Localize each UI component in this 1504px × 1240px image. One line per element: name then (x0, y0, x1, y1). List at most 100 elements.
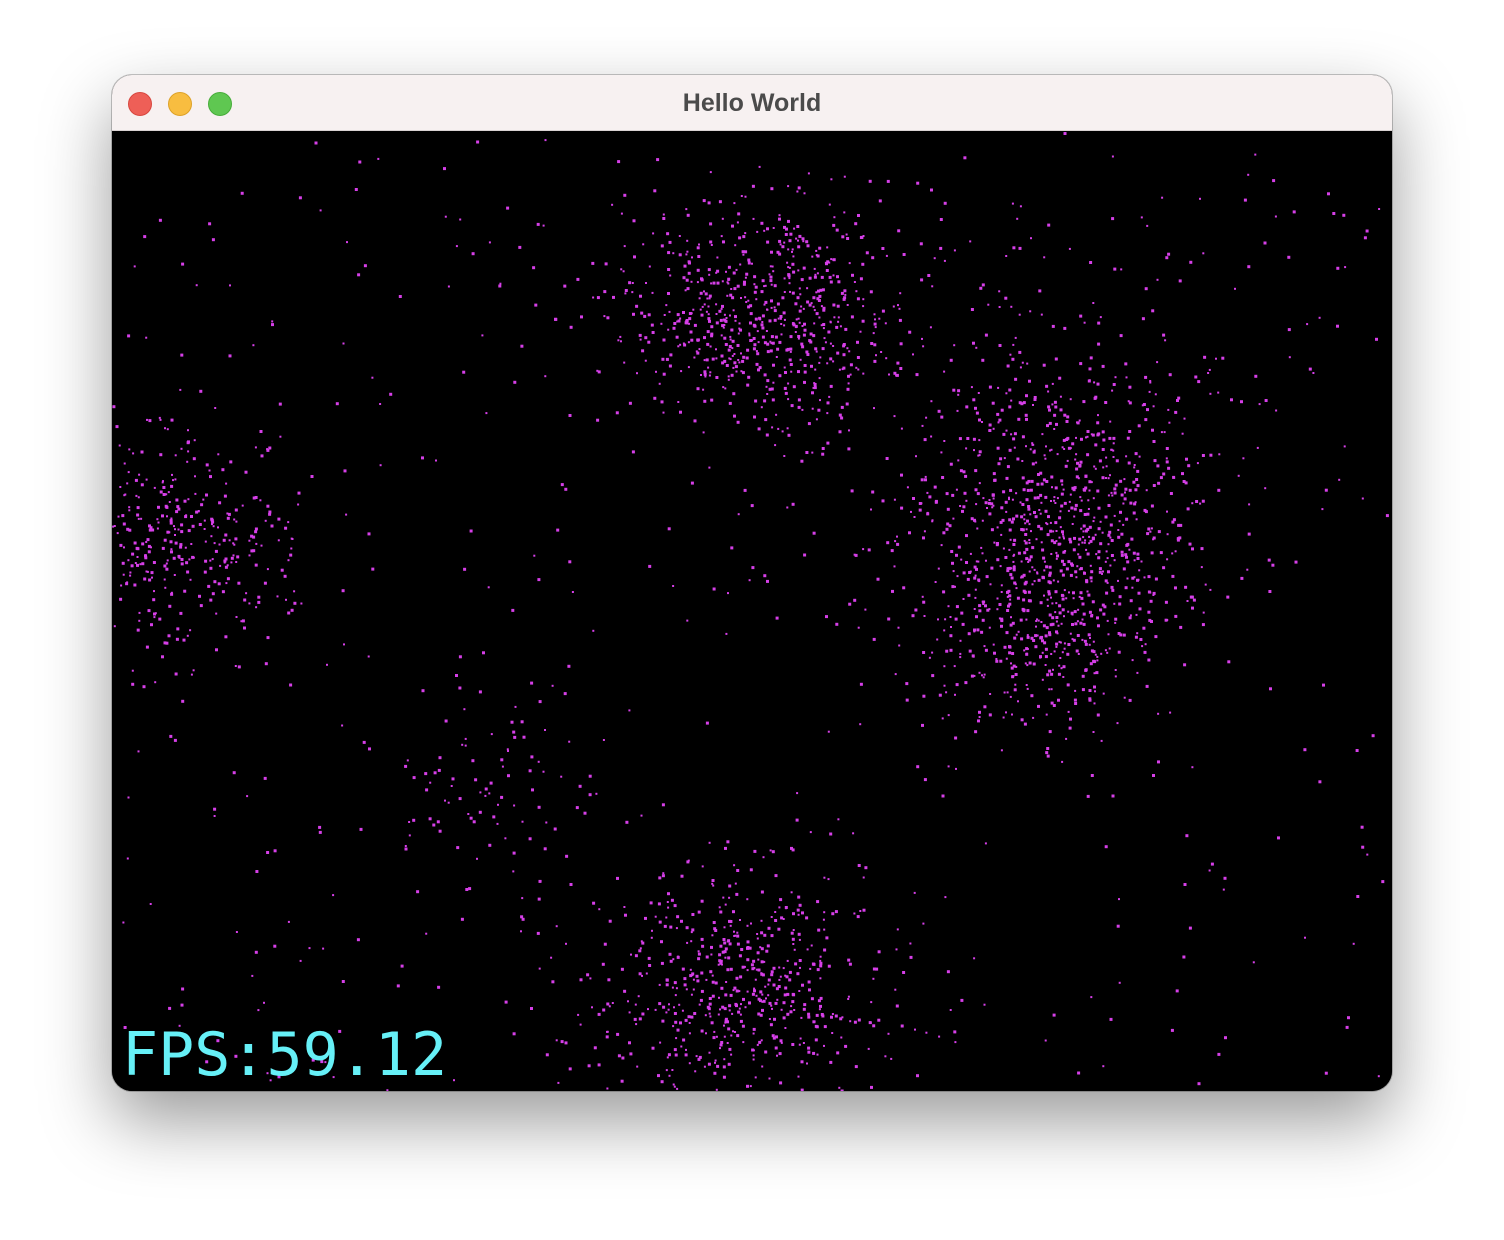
particle (513, 735, 517, 739)
particle (214, 549, 218, 553)
particle (602, 1008, 606, 1012)
particle (161, 546, 165, 550)
particle (194, 492, 197, 495)
particle (1039, 636, 1043, 640)
particle (778, 906, 781, 909)
particle (704, 292, 708, 296)
particle (941, 794, 945, 798)
particle (734, 319, 737, 322)
particle (625, 820, 629, 824)
particle (680, 370, 683, 373)
particle (252, 344, 255, 347)
particle (824, 261, 827, 264)
particle (853, 1020, 857, 1024)
particle (1001, 518, 1005, 522)
particle (909, 955, 913, 959)
particle (412, 818, 416, 822)
particle (981, 519, 984, 522)
particle (733, 353, 736, 355)
particle (792, 385, 796, 389)
particle (1110, 539, 1114, 542)
particle (728, 884, 732, 888)
particle (770, 187, 774, 191)
particle (798, 1043, 801, 1046)
particle (816, 968, 820, 972)
particle (990, 566, 994, 570)
particle (1147, 658, 1151, 662)
particle (1073, 698, 1077, 702)
particle (1002, 432, 1006, 436)
particle (1035, 625, 1037, 628)
particle (769, 265, 772, 268)
particle (1360, 825, 1364, 829)
particle (700, 374, 702, 376)
particle (718, 200, 722, 204)
particle (638, 972, 642, 976)
particle (790, 931, 794, 935)
particle (1038, 289, 1042, 293)
particle (734, 315, 737, 319)
particle (973, 576, 977, 580)
particle (779, 317, 782, 320)
particle (806, 244, 810, 248)
particle (696, 338, 700, 342)
particle (980, 630, 984, 634)
particle (283, 574, 287, 578)
particle (931, 674, 935, 678)
particle (725, 981, 728, 983)
particle (425, 932, 428, 935)
particle (1084, 668, 1088, 672)
particle (1084, 642, 1088, 646)
particle (962, 571, 966, 575)
particle (701, 865, 704, 868)
particle (1031, 583, 1034, 586)
particle (696, 979, 700, 983)
particle (772, 966, 776, 970)
particle (620, 340, 622, 343)
particle (765, 997, 767, 1000)
particle (1124, 487, 1128, 491)
particle (995, 658, 998, 660)
particle (1021, 361, 1024, 364)
particle (1105, 477, 1107, 479)
particle (456, 846, 460, 850)
particle (710, 332, 714, 336)
particle (1091, 433, 1095, 437)
particle (1097, 527, 1101, 531)
particle (844, 1044, 848, 1048)
particle (974, 488, 978, 492)
particle (184, 546, 187, 549)
particle (728, 1004, 732, 1008)
particle (778, 239, 782, 243)
particle (1117, 529, 1120, 531)
particle (1089, 637, 1091, 639)
particle (748, 332, 751, 335)
particle (959, 469, 963, 473)
particle (974, 574, 977, 577)
particle (988, 713, 992, 717)
particle (218, 543, 221, 546)
title-bar[interactable]: Hello World (112, 75, 1392, 131)
particle (746, 924, 749, 927)
particle (170, 550, 173, 554)
particle (1066, 652, 1070, 656)
particle (1304, 936, 1306, 939)
particle (1037, 619, 1040, 622)
particle (1063, 615, 1065, 618)
particle (978, 482, 981, 485)
particle (817, 928, 821, 932)
particle (1161, 196, 1164, 199)
particle (1179, 523, 1183, 527)
particle (1050, 596, 1052, 599)
particle (1148, 390, 1151, 393)
particle (657, 902, 661, 906)
particle (1101, 476, 1105, 480)
particle (1052, 579, 1055, 582)
particle (815, 418, 818, 421)
particle (1063, 501, 1067, 505)
particle (681, 967, 685, 971)
particle (1003, 457, 1006, 460)
render-canvas[interactable]: FPS:59.12 (112, 131, 1392, 1091)
particle (208, 469, 211, 472)
particle (665, 978, 669, 982)
